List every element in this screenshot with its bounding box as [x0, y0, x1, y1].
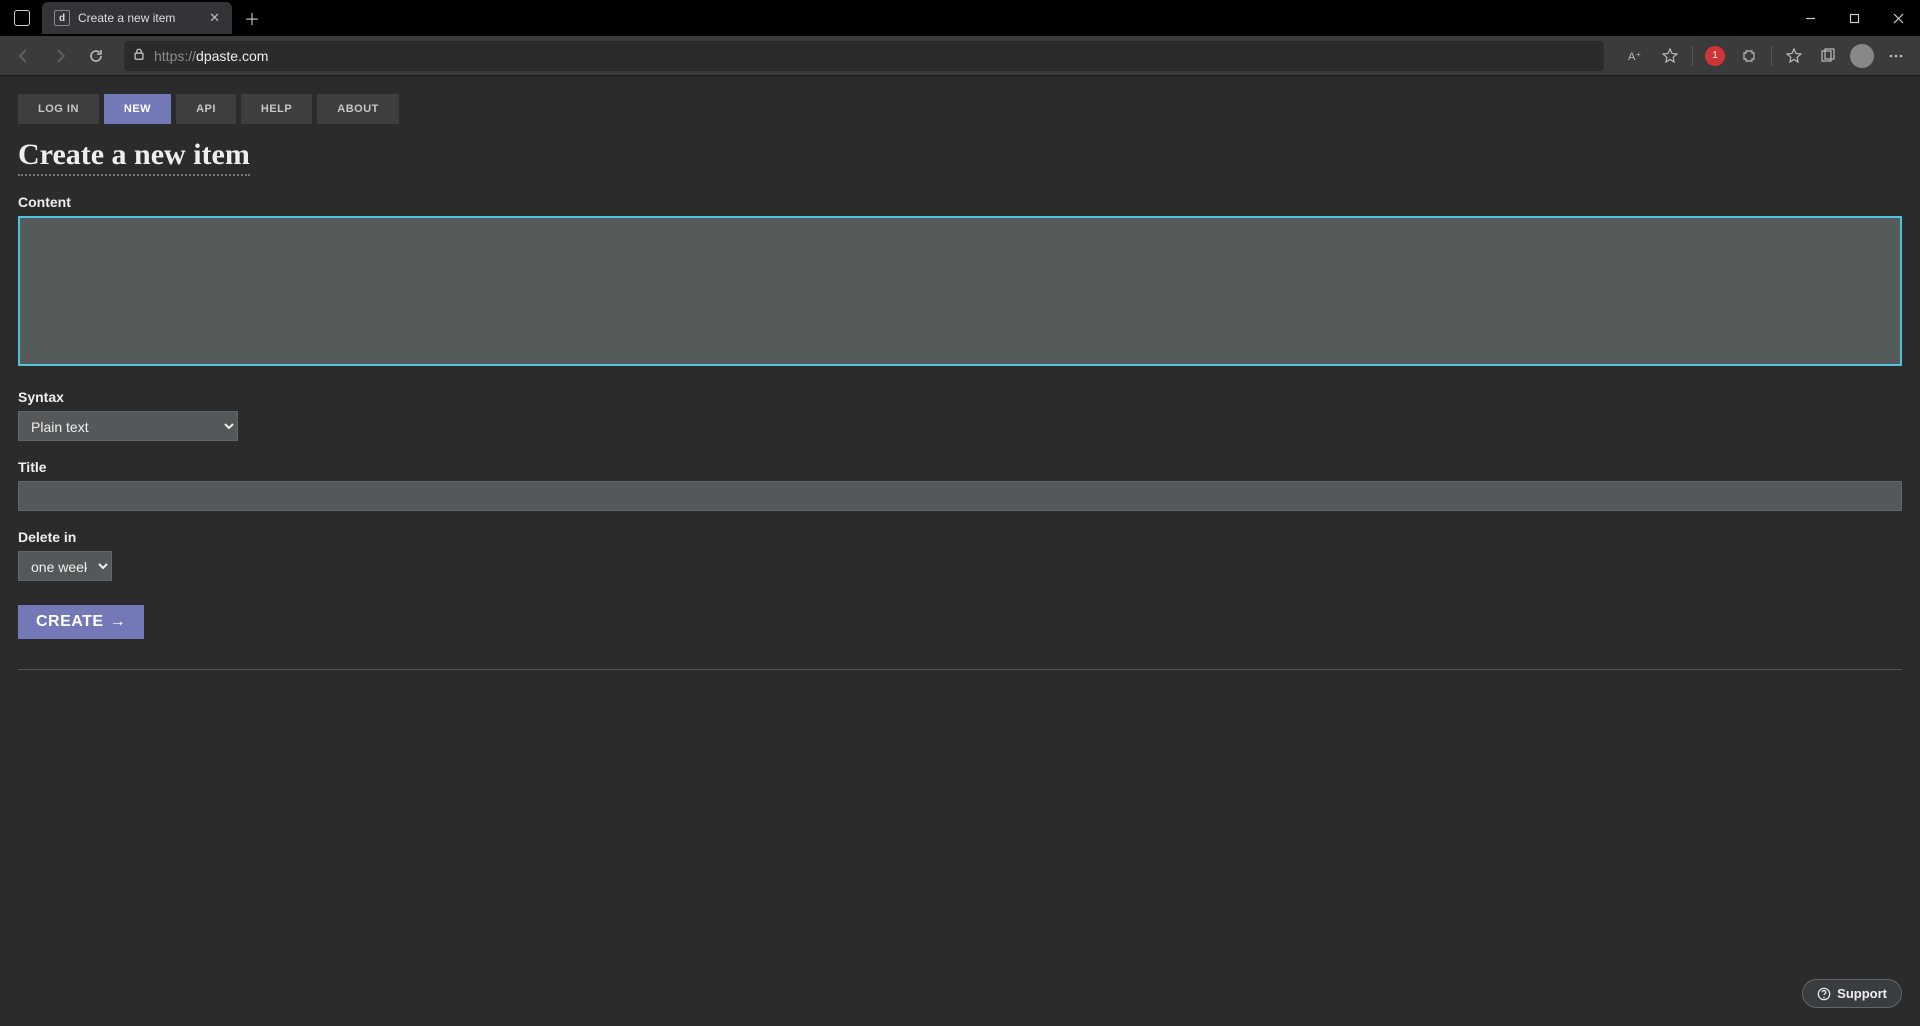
- support-button[interactable]: Support: [1802, 979, 1902, 1008]
- profile-avatar[interactable]: [1846, 40, 1878, 72]
- label-content: Content: [18, 194, 1902, 210]
- page-content: Log in New API Help About Create a new i…: [0, 76, 1920, 1026]
- site-nav: Log in New API Help About: [18, 94, 1902, 124]
- tab-actions-icon[interactable]: [14, 10, 30, 26]
- delete-in-select[interactable]: one week: [18, 551, 112, 581]
- title-input[interactable]: [18, 481, 1902, 511]
- collections-icon[interactable]: [1812, 40, 1844, 72]
- page-title: Create a new item: [18, 138, 250, 176]
- window-maximize-button[interactable]: [1832, 0, 1876, 36]
- horizontal-rule: [18, 669, 1902, 670]
- toolbar-divider: [1692, 46, 1693, 66]
- lock-icon: [132, 47, 146, 64]
- arrow-right-icon: →: [110, 613, 127, 631]
- more-menu-icon[interactable]: [1880, 40, 1912, 72]
- window-close-button[interactable]: [1876, 0, 1920, 36]
- create-button-label: CREATE: [36, 613, 104, 631]
- browser-titlebar: d Create a new item ✕ ＋: [0, 0, 1920, 36]
- browser-toolbar: https://dpaste.com A⁺ 1: [0, 36, 1920, 76]
- read-aloud-icon[interactable]: A⁺: [1620, 40, 1652, 72]
- toolbar-divider: [1771, 46, 1772, 66]
- favorites-icon[interactable]: [1778, 40, 1810, 72]
- url-scheme: https://: [154, 48, 196, 64]
- extension-badge[interactable]: 1: [1699, 40, 1731, 72]
- browser-tab[interactable]: d Create a new item ✕: [42, 2, 232, 34]
- create-button[interactable]: CREATE →: [18, 605, 144, 639]
- url-host: dpaste.com: [196, 48, 268, 64]
- extension-badge-count: 1: [1705, 46, 1725, 66]
- avatar-icon: [1850, 44, 1874, 68]
- window-controls: [1788, 0, 1920, 36]
- nav-login[interactable]: Log in: [18, 94, 99, 124]
- nav-forward-button[interactable]: [44, 40, 76, 72]
- syntax-select[interactable]: Plain text: [18, 411, 238, 441]
- window-minimize-button[interactable]: [1788, 0, 1832, 36]
- svg-text:A⁺: A⁺: [1628, 51, 1641, 63]
- tab-title: Create a new item: [78, 11, 175, 25]
- tab-close-icon[interactable]: ✕: [209, 10, 220, 26]
- content-textarea[interactable]: [18, 216, 1902, 366]
- label-delete-in: Delete in: [18, 529, 1902, 545]
- help-circle-icon: [1817, 987, 1831, 1001]
- tab-favicon: d: [54, 10, 70, 26]
- nav-refresh-button[interactable]: [80, 40, 112, 72]
- nav-about[interactable]: About: [317, 94, 399, 124]
- label-syntax: Syntax: [18, 389, 1902, 405]
- url-text: https://dpaste.com: [154, 48, 268, 64]
- toolbar-right-icons: A⁺ 1: [1620, 40, 1912, 72]
- address-bar[interactable]: https://dpaste.com: [124, 41, 1604, 71]
- label-title: Title: [18, 459, 1902, 475]
- nav-back-button[interactable]: [8, 40, 40, 72]
- extensions-icon[interactable]: [1733, 40, 1765, 72]
- new-tab-button[interactable]: ＋: [238, 4, 266, 32]
- nav-api[interactable]: API: [176, 94, 236, 124]
- favorites-add-icon[interactable]: [1654, 40, 1686, 72]
- nav-help[interactable]: Help: [241, 94, 312, 124]
- nav-new[interactable]: New: [104, 94, 171, 124]
- support-label: Support: [1837, 986, 1887, 1001]
